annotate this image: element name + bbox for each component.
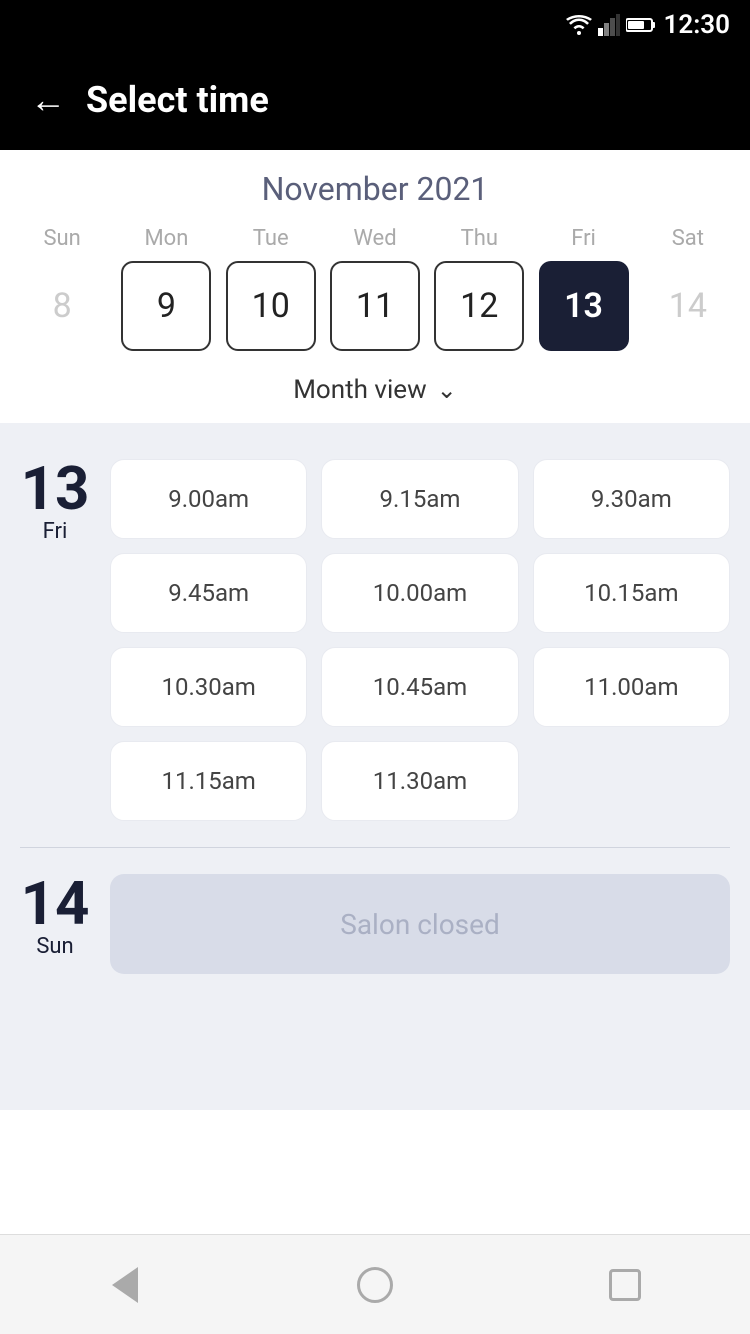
weekday-fri: Fri [539,226,629,251]
month-view-toggle[interactable]: Month view ⌄ [0,361,750,423]
wifi-icon [566,15,592,35]
month-title: November 2021 [0,170,750,208]
time-section: 13 Fri 9.00am 9.15am 9.30am 9.45am 10.00… [0,423,750,1110]
home-nav-button[interactable] [335,1245,415,1325]
date-cell-13[interactable]: 13 [539,261,629,351]
day-14-number: 14 [21,874,90,934]
date-cell-10[interactable]: 10 [226,261,316,351]
bottom-nav [0,1234,750,1334]
weekday-tue: Tue [226,226,316,251]
day-divider [20,847,730,848]
date-cell-8[interactable]: 8 [17,261,107,351]
weekday-thu: Thu [434,226,524,251]
chevron-down-icon: ⌄ [437,376,457,404]
salon-closed-text: Salon closed [340,908,500,941]
weekday-row: Sun Mon Tue Wed Thu Fri Sat [0,226,750,251]
salon-closed-box: Salon closed [110,874,730,974]
time-slots-grid-13: 9.00am 9.15am 9.30am 9.45am 10.00am 10.1… [110,459,730,821]
signal-icon [598,14,620,36]
month-view-label: Month view [293,375,426,405]
time-slot-915am[interactable]: 9.15am [321,459,518,539]
back-nav-icon [112,1267,138,1303]
day-14-block: 14 Sun Salon closed [0,858,750,990]
day-14-label: 14 Sun [20,874,90,959]
weekday-wed: Wed [330,226,420,251]
date-row: 8 9 10 11 12 13 14 [0,261,750,351]
day-13-number: 13 [21,459,90,519]
time-slot-1100am[interactable]: 11.00am [533,647,730,727]
page-title: Select time [86,79,269,121]
time-slot-900am[interactable]: 9.00am [110,459,307,539]
weekday-sun: Sun [17,226,107,251]
date-cell-11[interactable]: 11 [330,261,420,351]
date-cell-14[interactable]: 14 [643,261,733,351]
day-13-label: 13 Fri [20,459,90,544]
status-bar: 12:30 [0,0,750,50]
weekday-sat: Sat [643,226,733,251]
status-time: 12:30 [664,10,731,40]
recents-nav-button[interactable] [585,1245,665,1325]
time-slot-1115am[interactable]: 11.15am [110,741,307,821]
back-nav-button[interactable] [85,1245,165,1325]
time-slot-1015am[interactable]: 10.15am [533,553,730,633]
weekday-mon: Mon [121,226,211,251]
status-icons [566,14,656,36]
bottom-spacer [0,990,750,1090]
time-slot-930am[interactable]: 9.30am [533,459,730,539]
battery-icon [626,17,656,33]
time-slot-1030am[interactable]: 10.30am [110,647,307,727]
back-button[interactable]: ← [30,79,66,121]
recents-nav-icon [609,1269,641,1301]
time-slot-1130am[interactable]: 11.30am [321,741,518,821]
calendar-section: November 2021 Sun Mon Tue Wed Thu Fri Sa… [0,150,750,423]
home-nav-icon [357,1267,393,1303]
time-slot-945am[interactable]: 9.45am [110,553,307,633]
header: ← Select time [0,50,750,150]
time-slot-1045am[interactable]: 10.45am [321,647,518,727]
day-14-name: Sun [36,934,73,959]
day-13-block: 13 Fri 9.00am 9.15am 9.30am 9.45am 10.00… [0,443,750,837]
day-13-name: Fri [43,519,68,544]
date-cell-9[interactable]: 9 [121,261,211,351]
date-cell-12[interactable]: 12 [434,261,524,351]
time-slot-1000am[interactable]: 10.00am [321,553,518,633]
